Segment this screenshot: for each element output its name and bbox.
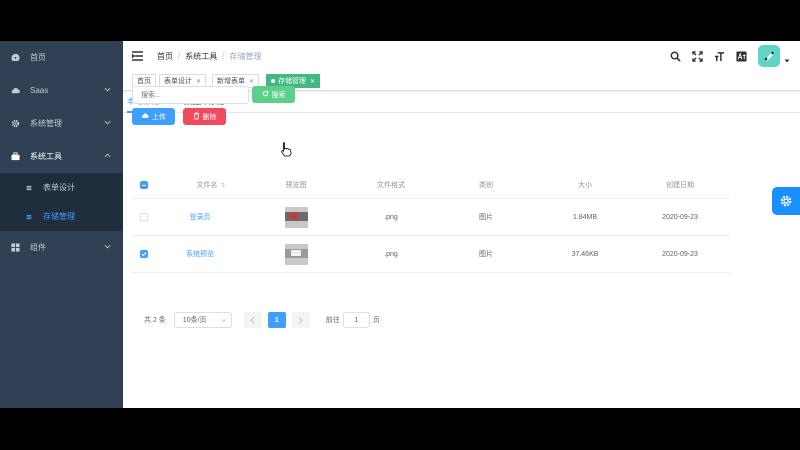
preview-thumbnail[interactable] — [284, 243, 308, 265]
row-checkbox[interactable] — [140, 250, 148, 258]
chevron-right-icon — [298, 316, 304, 324]
goto-page-input[interactable]: 1 — [342, 312, 370, 328]
hand-cursor-icon — [281, 142, 292, 157]
goto-label: 前往 — [325, 317, 340, 324]
search-input[interactable] — [132, 86, 249, 104]
upload-button[interactable]: 上传 — [132, 108, 175, 125]
table-header-row: 文件名 ⇅ 预览图 文件格式 类别 大小 创建日期 — [132, 172, 730, 199]
file-name-link[interactable]: 登录页 — [190, 212, 211, 222]
next-page-button[interactable] — [291, 312, 310, 328]
goto-suffix: 页 — [372, 317, 380, 324]
trash-icon — [193, 112, 200, 122]
row-checkbox[interactable] — [140, 213, 148, 221]
upload-cloud-icon — [141, 112, 149, 121]
upload-button-label: 上传 — [152, 113, 166, 121]
page-size-select[interactable]: 10条/页 — [173, 312, 232, 328]
gear-icon — [780, 195, 792, 207]
delete-button[interactable]: 删除 — [183, 108, 226, 125]
search-button[interactable]: 搜索 — [252, 86, 295, 103]
file-format: .png — [384, 213, 398, 221]
column-header-filename[interactable]: 文件名 ⇅ — [156, 172, 266, 198]
checkmark-icon — [141, 252, 147, 257]
table-row[interactable]: 登录页 .png 图片 1.84MB 2020-09-23 — [132, 199, 730, 236]
column-header-created: 创建日期 — [666, 182, 694, 189]
column-header-preview: 预览图 — [285, 182, 307, 189]
preview-thumbnail[interactable] — [284, 206, 308, 228]
file-created-date: 2020-09-23 — [662, 250, 698, 258]
file-table: 文件名 ⇅ 预览图 文件格式 类别 大小 创建日期 登录页 .png 图片 1.… — [132, 172, 730, 273]
app-window: 首页 Saas 系统管理 系统工具 表单设计 存储管理 组件 首页 / 系统工具… — [0, 41, 800, 408]
settings-button[interactable] — [772, 187, 800, 215]
file-category: 图片 — [479, 214, 493, 221]
delete-button-label: 删除 — [202, 113, 217, 121]
file-name-link[interactable]: 系统预览 — [186, 249, 214, 259]
column-header-format: 文件格式 — [377, 182, 405, 189]
select-all-checkbox[interactable] — [140, 181, 148, 189]
prev-page-button[interactable] — [243, 312, 262, 328]
page-number-button[interactable]: 1 — [267, 312, 286, 328]
column-header-category: 类别 — [479, 182, 493, 189]
pagination: 共 2 条 10条/页 1 前往 1 页 — [144, 312, 380, 328]
chevron-down-icon — [220, 318, 226, 323]
file-category: 图片 — [479, 251, 493, 258]
refresh-icon — [262, 90, 269, 99]
pagination-total: 共 2 条 — [144, 317, 166, 324]
table-row[interactable]: 系统预览 .png 图片 37.46KB 2020-09-23 — [132, 236, 730, 273]
content-area: 搜索 上传 删除 文件名 ⇅ 预览图 — [0, 41, 800, 408]
sort-icon[interactable]: ⇅ — [220, 182, 225, 189]
file-format: .png — [384, 250, 398, 258]
search-button-label: 搜索 — [271, 91, 286, 99]
file-created-date: 2020-09-23 — [662, 213, 698, 221]
chevron-left-icon — [250, 316, 255, 324]
